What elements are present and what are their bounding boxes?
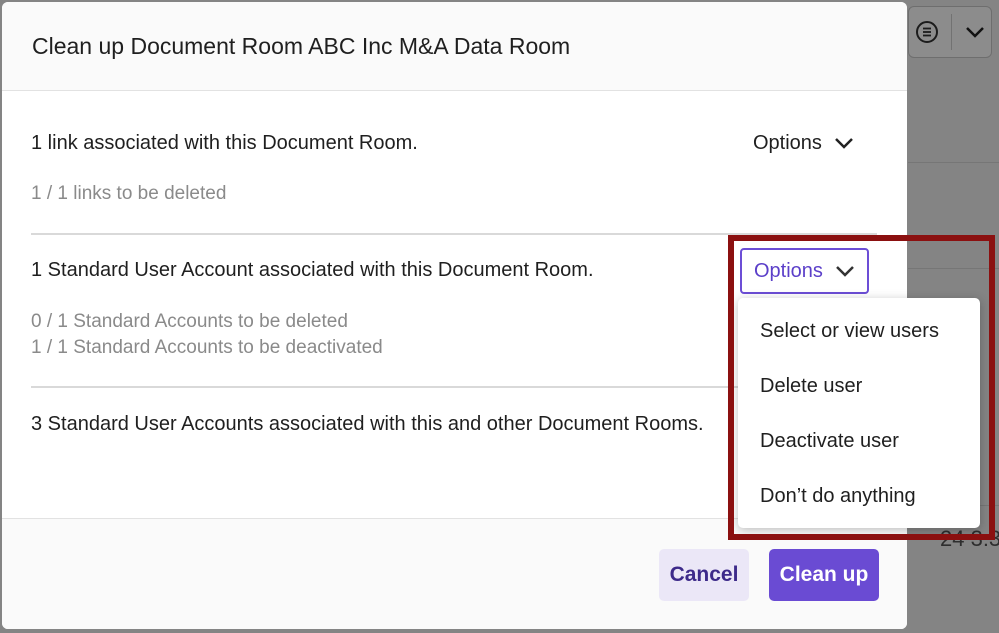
cancel-button[interactable]: Cancel — [659, 549, 749, 601]
options-label: Options — [754, 259, 823, 282]
chevron-down-icon — [836, 266, 854, 277]
menu-item-delete-user[interactable]: Delete user — [738, 359, 980, 414]
shared-accounts-heading: 3 Standard User Accounts associated with… — [31, 413, 704, 435]
options-dropdown-menu: Select or view users Delete user Deactiv… — [738, 298, 980, 528]
modal-header: Clean up Document Room ABC Inc M&A Data … — [2, 2, 907, 91]
links-heading: 1 link associated with this Document Roo… — [31, 132, 418, 154]
links-options-button[interactable]: Options — [753, 130, 854, 156]
menu-item-deactivate-user[interactable]: Deactivate user — [738, 414, 980, 469]
modal-footer: Cancel Clean up — [2, 518, 907, 629]
modal-title: Clean up Document Room ABC Inc M&A Data … — [32, 32, 571, 59]
links-section: 1 link associated with this Document Roo… — [31, 130, 877, 207]
links-delete-count: 1 / 1 links to be deleted — [31, 183, 227, 204]
menu-item-dont-do-anything[interactable]: Don’t do anything — [738, 469, 980, 524]
section-divider — [31, 233, 877, 235]
standard-user-options-button[interactable]: Options — [740, 248, 869, 294]
chevron-down-icon — [835, 138, 853, 149]
clean-up-button[interactable]: Clean up — [769, 549, 879, 601]
menu-item-select-or-view-users[interactable]: Select or view users — [738, 304, 980, 359]
options-label: Options — [753, 131, 822, 154]
shared-accounts-section: 3 Standard User Accounts associated with… — [31, 411, 721, 437]
